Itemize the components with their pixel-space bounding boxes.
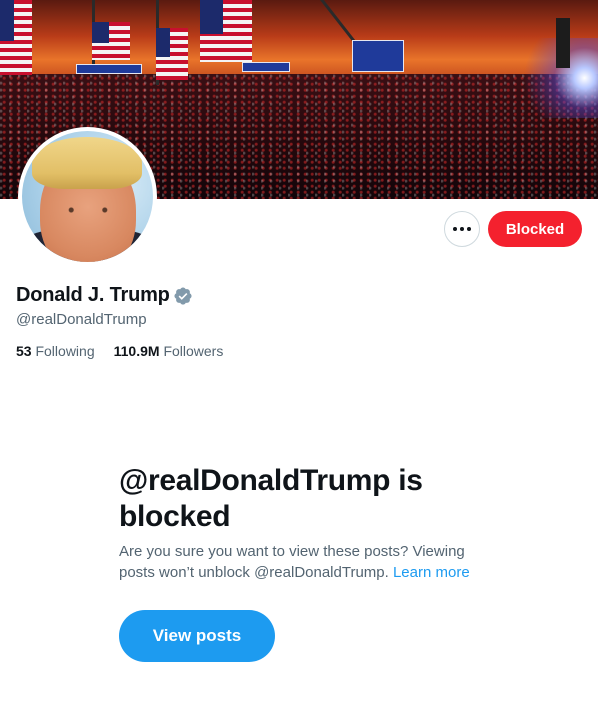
followers-stat[interactable]: 110.9M Followers <box>114 343 224 359</box>
us-flag <box>0 0 32 75</box>
us-flag <box>200 0 252 62</box>
profile-avatar[interactable] <box>18 127 157 266</box>
banner-sign-right <box>242 62 290 72</box>
following-stat[interactable]: 53 Following <box>16 343 95 359</box>
view-posts-button[interactable]: View posts <box>119 610 275 662</box>
us-flag <box>92 22 130 60</box>
profile-display-name: Donald J. Trump <box>16 284 170 306</box>
blocked-notice-title: @realDonaldTrump is blocked <box>119 464 423 533</box>
learn-more-link[interactable]: Learn more <box>393 564 470 581</box>
profile-handle: @realDonaldTrump <box>16 311 147 328</box>
speaker-tower <box>556 18 570 68</box>
verified-badge-icon[interactable] <box>173 286 193 306</box>
avatar-eyes <box>60 207 116 213</box>
following-label: Following <box>35 343 95 359</box>
banner-stage-light <box>508 38 598 118</box>
followers-count: 110.9M <box>113 343 160 359</box>
avatar-hair <box>32 137 142 189</box>
us-flag <box>156 28 188 80</box>
more-horizontal-icon <box>453 227 471 231</box>
pennsylvania-sign <box>352 40 404 72</box>
avatar-photo <box>22 131 153 262</box>
blocked-notice-description: Are you sure you want to view these post… <box>119 541 489 583</box>
followers-label: Followers <box>163 343 224 359</box>
profile-stats: 53 Following 110.9M Followers <box>16 343 223 359</box>
blocked-button[interactable]: Blocked <box>488 211 582 247</box>
profile-name-row: Donald J. Trump <box>16 284 193 307</box>
banner-sign-left <box>76 64 142 74</box>
more-options-button[interactable] <box>444 211 480 247</box>
following-count: 53 <box>16 343 32 359</box>
